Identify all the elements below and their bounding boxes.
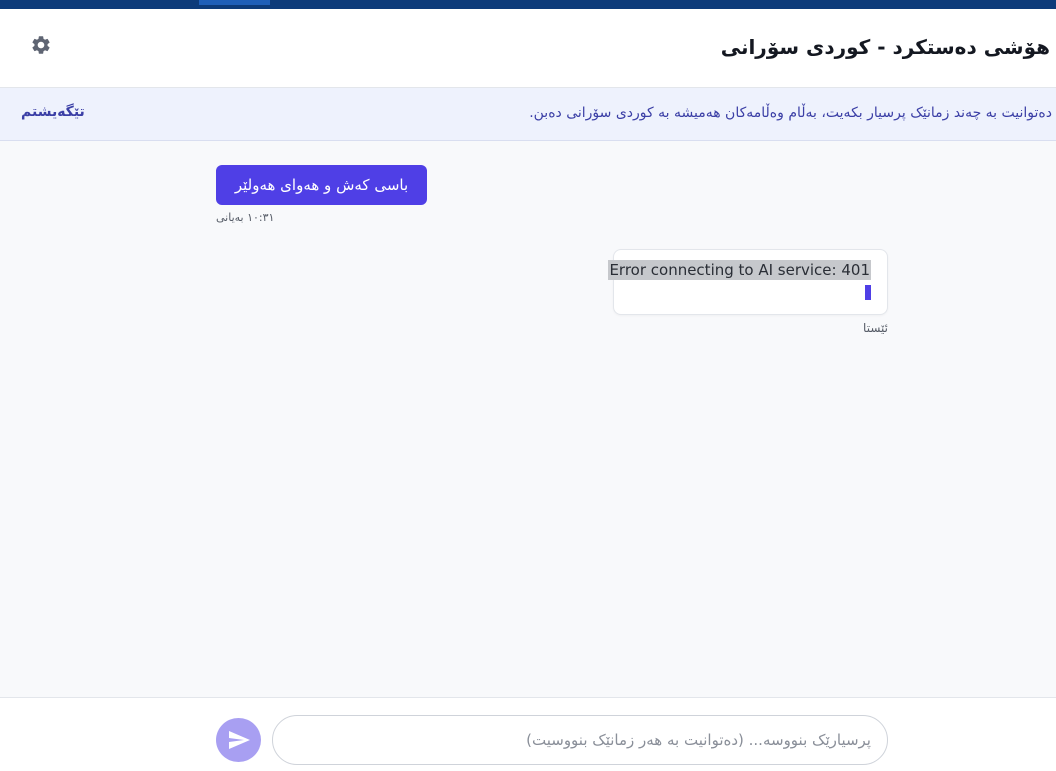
settings-button[interactable]: [29, 33, 53, 57]
composer-bar: [0, 697, 1056, 771]
user-message-bubble: باسی کەش و هەوای هەولێر: [216, 165, 427, 205]
send-button[interactable]: [216, 718, 261, 762]
assistant-message-text: Error connecting to AI service: 401: [608, 260, 871, 280]
dismiss-notice-button[interactable]: تێگەیشتم: [21, 104, 85, 120]
page-title: هۆشی دەستکرد - کوردی سۆرانی: [720, 35, 1050, 59]
send-icon: [228, 731, 250, 749]
active-tab-indicator[interactable]: [199, 0, 270, 5]
message-input[interactable]: [272, 715, 888, 765]
browser-top-bar: [0, 0, 1056, 9]
language-notice-banner: دەتوانیت بە چەند زمانێک پرسیار بکەیت، بە…: [0, 88, 1056, 141]
typing-cursor: [865, 285, 871, 300]
app-header: هۆشی دەستکرد - کوردی سۆرانی: [0, 9, 1056, 88]
gear-icon: [32, 36, 50, 54]
assistant-message-bubble: Error connecting to AI service: 401: [608, 249, 888, 315]
assistant-message-timestamp: ئێستا: [863, 321, 888, 335]
notice-text: دەتوانیت بە چەند زمانێک پرسیار بکەیت، بە…: [529, 105, 1052, 121]
user-message-timestamp: ١٠:٣١ بەیانی: [216, 211, 275, 224]
